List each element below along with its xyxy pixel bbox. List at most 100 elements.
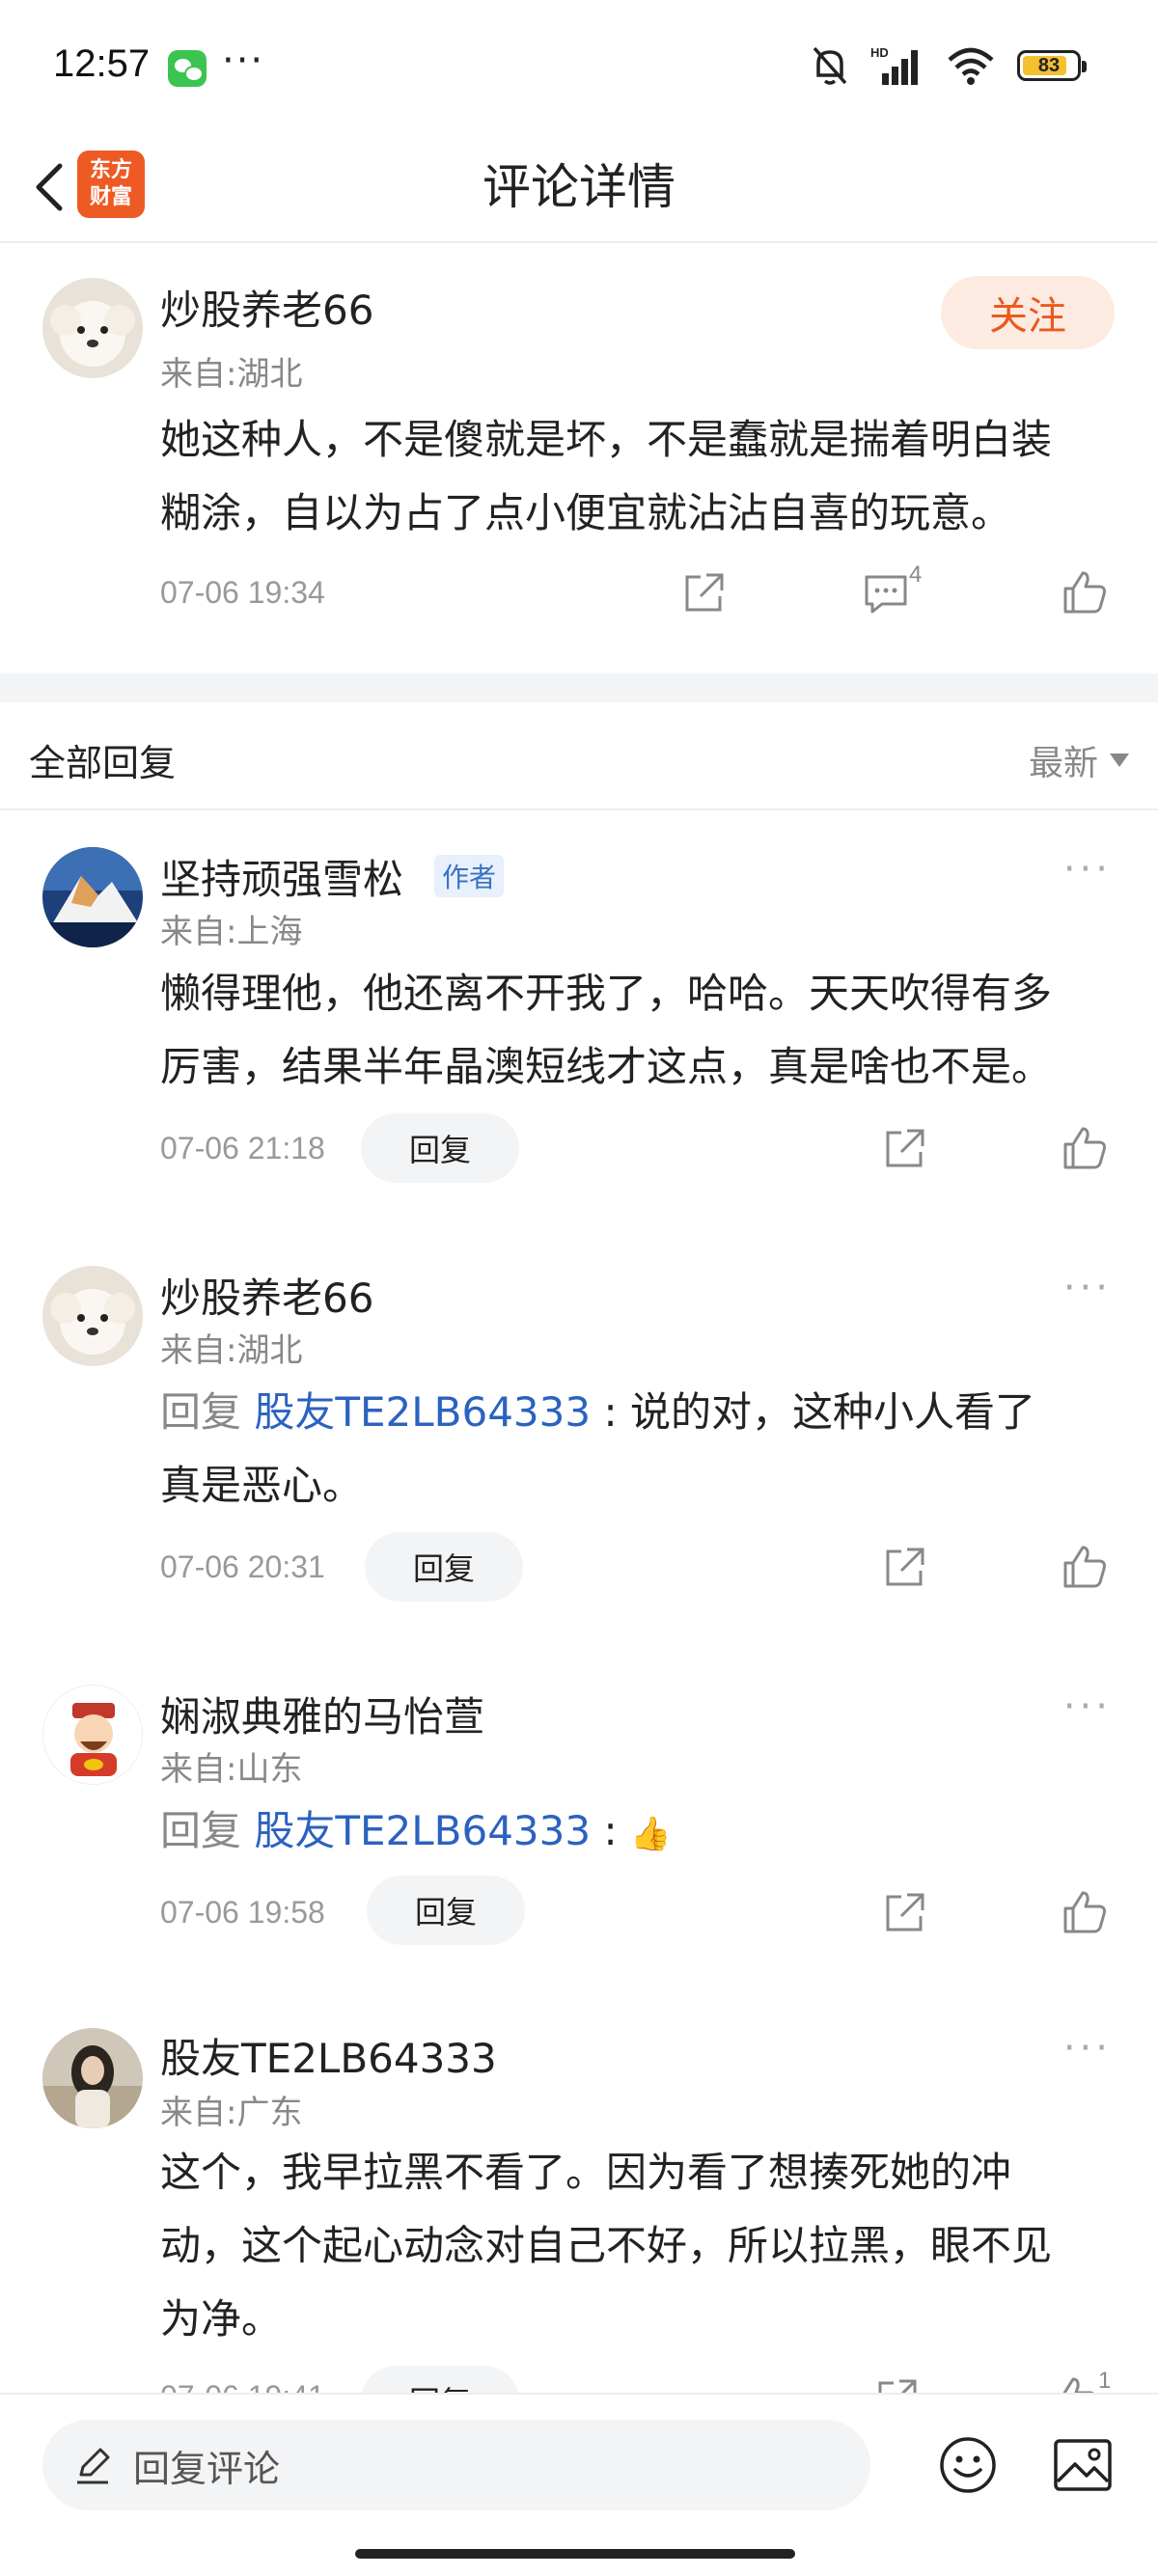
reply-text: 懒得理他，他还离不开我了，哈哈。天天吹得有多 厉害，结果半年晶澳短线才这点，真是… — [160, 957, 1052, 1104]
thumbs-up-emoji: 👍 — [629, 1815, 672, 1853]
mountain-avatar-icon — [42, 847, 143, 947]
more-icon[interactable]: ··· — [1063, 847, 1112, 891]
share-icon[interactable] — [880, 1123, 930, 1173]
post-location: 来自:湖北 — [160, 355, 303, 394]
chevron-down-icon — [1110, 754, 1129, 767]
sort-dropdown[interactable]: 最新 — [1029, 735, 1129, 785]
battery-icon: 83 — [1017, 50, 1087, 81]
post-username[interactable]: 炒股养老66 — [160, 278, 373, 337]
wechat-icon — [168, 50, 207, 87]
reply-button[interactable]: 回复 — [367, 1876, 525, 1945]
share-icon[interactable] — [880, 1887, 930, 1937]
like-icon[interactable] — [1060, 1123, 1110, 1173]
reply-username[interactable]: 娴淑典雅的马怡萱 — [160, 1685, 484, 1743]
more-icon[interactable]: ··· — [1063, 1685, 1112, 1729]
reply-prefix: 回复 — [160, 1388, 255, 1436]
more-icon[interactable]: ··· — [1063, 1266, 1112, 1310]
reply-rest: : — [591, 1807, 630, 1854]
follow-button[interactable]: 关注 — [941, 276, 1115, 349]
reply-text: 回复 股友TE2LB64333 : 说的对，这种小人看了 真是恶心。 — [160, 1376, 1035, 1522]
battery-level: 83 — [1037, 54, 1061, 76]
reply-location: 来自:广东 — [160, 2094, 303, 2132]
reply-location: 来自:山东 — [160, 1750, 303, 1789]
like-icon[interactable] — [1060, 1542, 1110, 1592]
fortune-god-avatar-icon — [43, 1685, 142, 1784]
replies-divider — [0, 808, 1158, 810]
share-icon[interactable] — [679, 567, 730, 617]
page-title: 评论详情 — [482, 159, 676, 215]
reply-location: 来自:湖北 — [160, 1331, 303, 1370]
reply-button[interactable]: 回复 — [365, 1532, 523, 1602]
comment-icon[interactable] — [861, 567, 911, 617]
main-comment: 炒股养老66 来自:湖北 关注 她这种人，不是傻就是坏，不是蠢就是揣着明白装 糊… — [0, 243, 1158, 673]
home-indicator[interactable] — [355, 2549, 795, 2559]
emoji-icon[interactable] — [938, 2435, 998, 2495]
reply-time: 07-06 21:18 — [160, 1131, 325, 1165]
reply-rest: : 说的对，这种小人看了 — [591, 1388, 1035, 1436]
comment-count: 4 — [909, 562, 923, 588]
reply-prefix: 回复 — [160, 1807, 255, 1854]
reply-text-line: 动，这个起心动念对自己不好，所以拉黑，眼不见 — [160, 2222, 1053, 2269]
reply-location: 来自:上海 — [160, 913, 303, 951]
section-divider — [0, 673, 1158, 702]
list-item: 炒股养老66 ··· 来自:湖北 回复 股友TE2LB64333 : 说的对，这… — [0, 1258, 1158, 1625]
share-icon[interactable] — [880, 1542, 930, 1592]
reply-text-line: 懒得理他，他还离不开我了，哈哈。天天吹得有多 — [160, 970, 1053, 1017]
avatar[interactable] — [42, 1685, 143, 1785]
input-placeholder: 回复评论 — [133, 2447, 281, 2490]
reply-text-line: 真是恶心。 — [160, 1462, 364, 1509]
reply-text: 回复 股友TE2LB64333 : 👍 — [160, 1795, 671, 1871]
title-bar: 东方 财富 评论详情 — [0, 135, 1158, 243]
pencil-icon — [77, 2448, 110, 2484]
reply-text-line: 这个，我早拉黑不看了。因为看了想揍死她的冲 — [160, 2149, 1012, 2196]
list-item: 娴淑典雅的马怡萱 ··· 来自:山东 回复 股友TE2LB64333 : 👍 0… — [0, 1677, 1158, 1966]
reply-time: 07-06 19:41 — [160, 2379, 325, 2393]
reply-text-line: 回复 股友TE2LB64333 : 👍 — [160, 1795, 671, 1871]
replies-header: 全部回复 最新 — [0, 702, 1158, 808]
status-time: 12:57 — [53, 42, 151, 85]
reply-text-line: 回复 股友TE2LB64333 : 说的对，这种小人看了 — [160, 1376, 1035, 1449]
avatar[interactable] — [42, 278, 143, 378]
svg-text:HD: HD — [870, 45, 889, 60]
all-replies-title: 全部回复 — [29, 742, 177, 784]
author-badge: 作者 — [434, 855, 505, 897]
mention-link[interactable]: 股友TE2LB64333 — [254, 1807, 591, 1854]
reply-time: 07-06 20:31 — [160, 1549, 325, 1584]
dog-avatar-icon — [42, 1266, 143, 1366]
like-count: 1 — [1098, 2368, 1112, 2393]
hd-signal-icon: HD — [870, 45, 918, 85]
avatar[interactable] — [42, 2028, 143, 2128]
reply-button[interactable]: 回复 — [361, 1113, 519, 1183]
reply-comment-input[interactable]: 回复评论 — [42, 2420, 870, 2510]
like-icon[interactable] — [1050, 2373, 1100, 2393]
reply-username[interactable]: 坚持顽强雪松 — [160, 847, 403, 906]
girl-avatar-icon — [42, 2028, 143, 2128]
more-icon[interactable]: ··· — [1063, 2026, 1112, 2070]
bottom-bar: 回复评论 — [0, 2393, 1158, 2576]
share-icon[interactable] — [872, 2373, 923, 2393]
like-icon[interactable] — [1060, 567, 1110, 617]
list-item: 股友TE2LB64333 ··· 来自:广东 这个，我早拉黑不看了。因为看了想揍… — [0, 2022, 1158, 2393]
reply-username[interactable]: 炒股养老66 — [160, 1266, 373, 1325]
mention-link[interactable]: 股友TE2LB64333 — [254, 1388, 591, 1436]
post-text-line: 糊涂，自以为占了点小便宜就沾沾自喜的玩意。 — [160, 489, 1012, 536]
list-item: 坚持顽强雪松 作者 ··· 来自:上海 懒得理他，他还离不开我了，哈哈。天天吹得… — [0, 839, 1158, 1206]
avatar[interactable] — [42, 847, 143, 947]
more-notifications-icon: ··· — [222, 39, 265, 83]
reply-username[interactable]: 股友TE2LB64333 — [160, 2026, 497, 2085]
dog-avatar-icon — [42, 278, 143, 378]
avatar[interactable] — [42, 1266, 143, 1366]
wifi-icon — [948, 47, 994, 85]
like-icon[interactable] — [1060, 1887, 1110, 1937]
image-icon[interactable] — [1052, 2437, 1114, 2493]
reply-time: 07-06 19:58 — [160, 1895, 325, 1930]
status-icons: HD 83 — [811, 42, 1087, 89]
reply-text-line: 为净。 — [160, 2295, 283, 2343]
sort-label: 最新 — [1028, 744, 1098, 783]
post-text: 她这种人，不是傻就是坏，不是蠢就是揣着明白装 糊涂，自以为占了点小便宜就沾沾自喜… — [160, 403, 1052, 550]
status-bar: 12:57 ··· HD 83 — [0, 0, 1158, 135]
reply-text: 这个，我早拉黑不看了。因为看了想揍死她的冲 动，这个起心动念对自己不好，所以拉黑… — [160, 2136, 1052, 2356]
post-time: 07-06 19:34 — [160, 575, 325, 610]
reply-button[interactable]: 回复 — [361, 2366, 519, 2393]
mute-bell-icon — [813, 46, 847, 85]
